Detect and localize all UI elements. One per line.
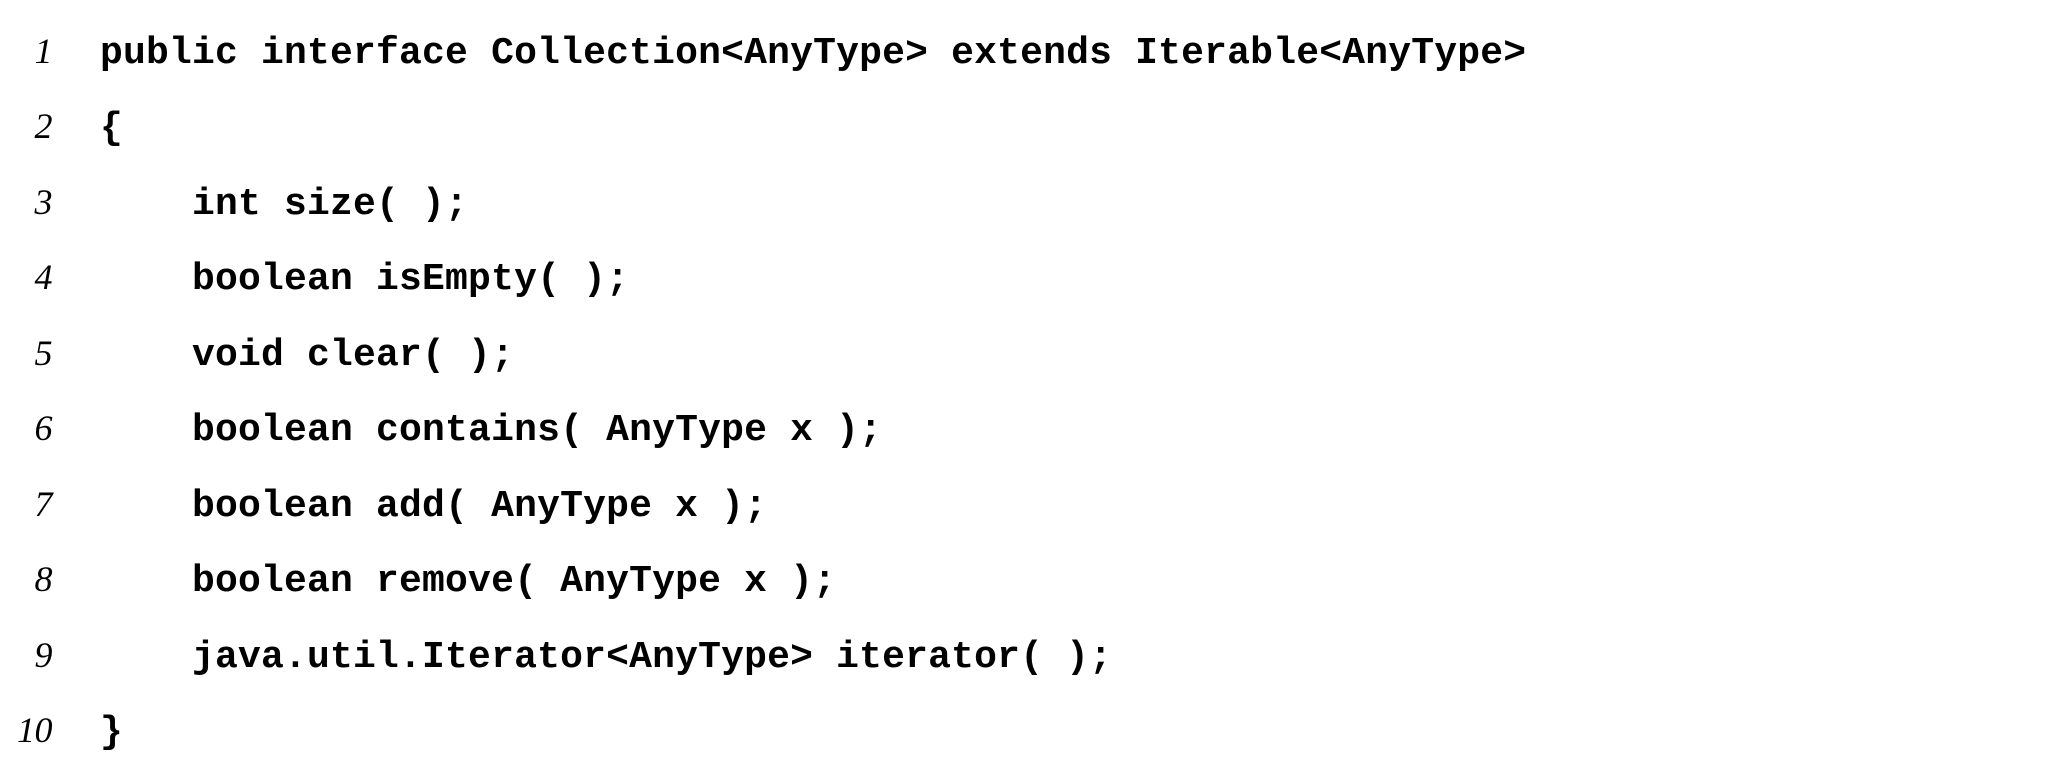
line-number: 4 [0, 242, 100, 313]
code-content: { [100, 92, 123, 166]
line-number: 1 [0, 16, 100, 87]
code-content: boolean contains( AnyType x ); [100, 394, 882, 468]
line-number: 7 [0, 469, 100, 540]
code-content: boolean add( AnyType x ); [100, 470, 767, 544]
line-number: 9 [0, 620, 100, 691]
code-content: void clear( ); [100, 319, 514, 393]
code-line: 5 void clear( ); [0, 318, 2055, 393]
line-number: 3 [0, 167, 100, 238]
code-line: 1 public interface Collection<AnyType> e… [0, 16, 2055, 91]
code-block: 1 public interface Collection<AnyType> e… [0, 16, 2055, 771]
code-content: } [100, 696, 123, 770]
line-number: 2 [0, 91, 100, 162]
line-number: 8 [0, 544, 100, 615]
code-content: java.util.Iterator<AnyType> iterator( ); [100, 621, 1112, 695]
code-content: int size( ); [100, 168, 468, 242]
line-number: 6 [0, 393, 100, 464]
code-line: 6 boolean contains( AnyType x ); [0, 393, 2055, 468]
code-content: boolean isEmpty( ); [100, 243, 629, 317]
code-content: boolean remove( AnyType x ); [100, 545, 836, 619]
line-number: 5 [0, 318, 100, 389]
code-line: 4 boolean isEmpty( ); [0, 242, 2055, 317]
code-line: 2 { [0, 91, 2055, 166]
code-line: 10 } [0, 695, 2055, 770]
code-content: public interface Collection<AnyType> ext… [100, 17, 1526, 91]
code-line: 7 boolean add( AnyType x ); [0, 469, 2055, 544]
code-line: 3 int size( ); [0, 167, 2055, 242]
line-number: 10 [0, 695, 100, 766]
code-line: 8 boolean remove( AnyType x ); [0, 544, 2055, 619]
code-line: 9 java.util.Iterator<AnyType> iterator( … [0, 620, 2055, 695]
